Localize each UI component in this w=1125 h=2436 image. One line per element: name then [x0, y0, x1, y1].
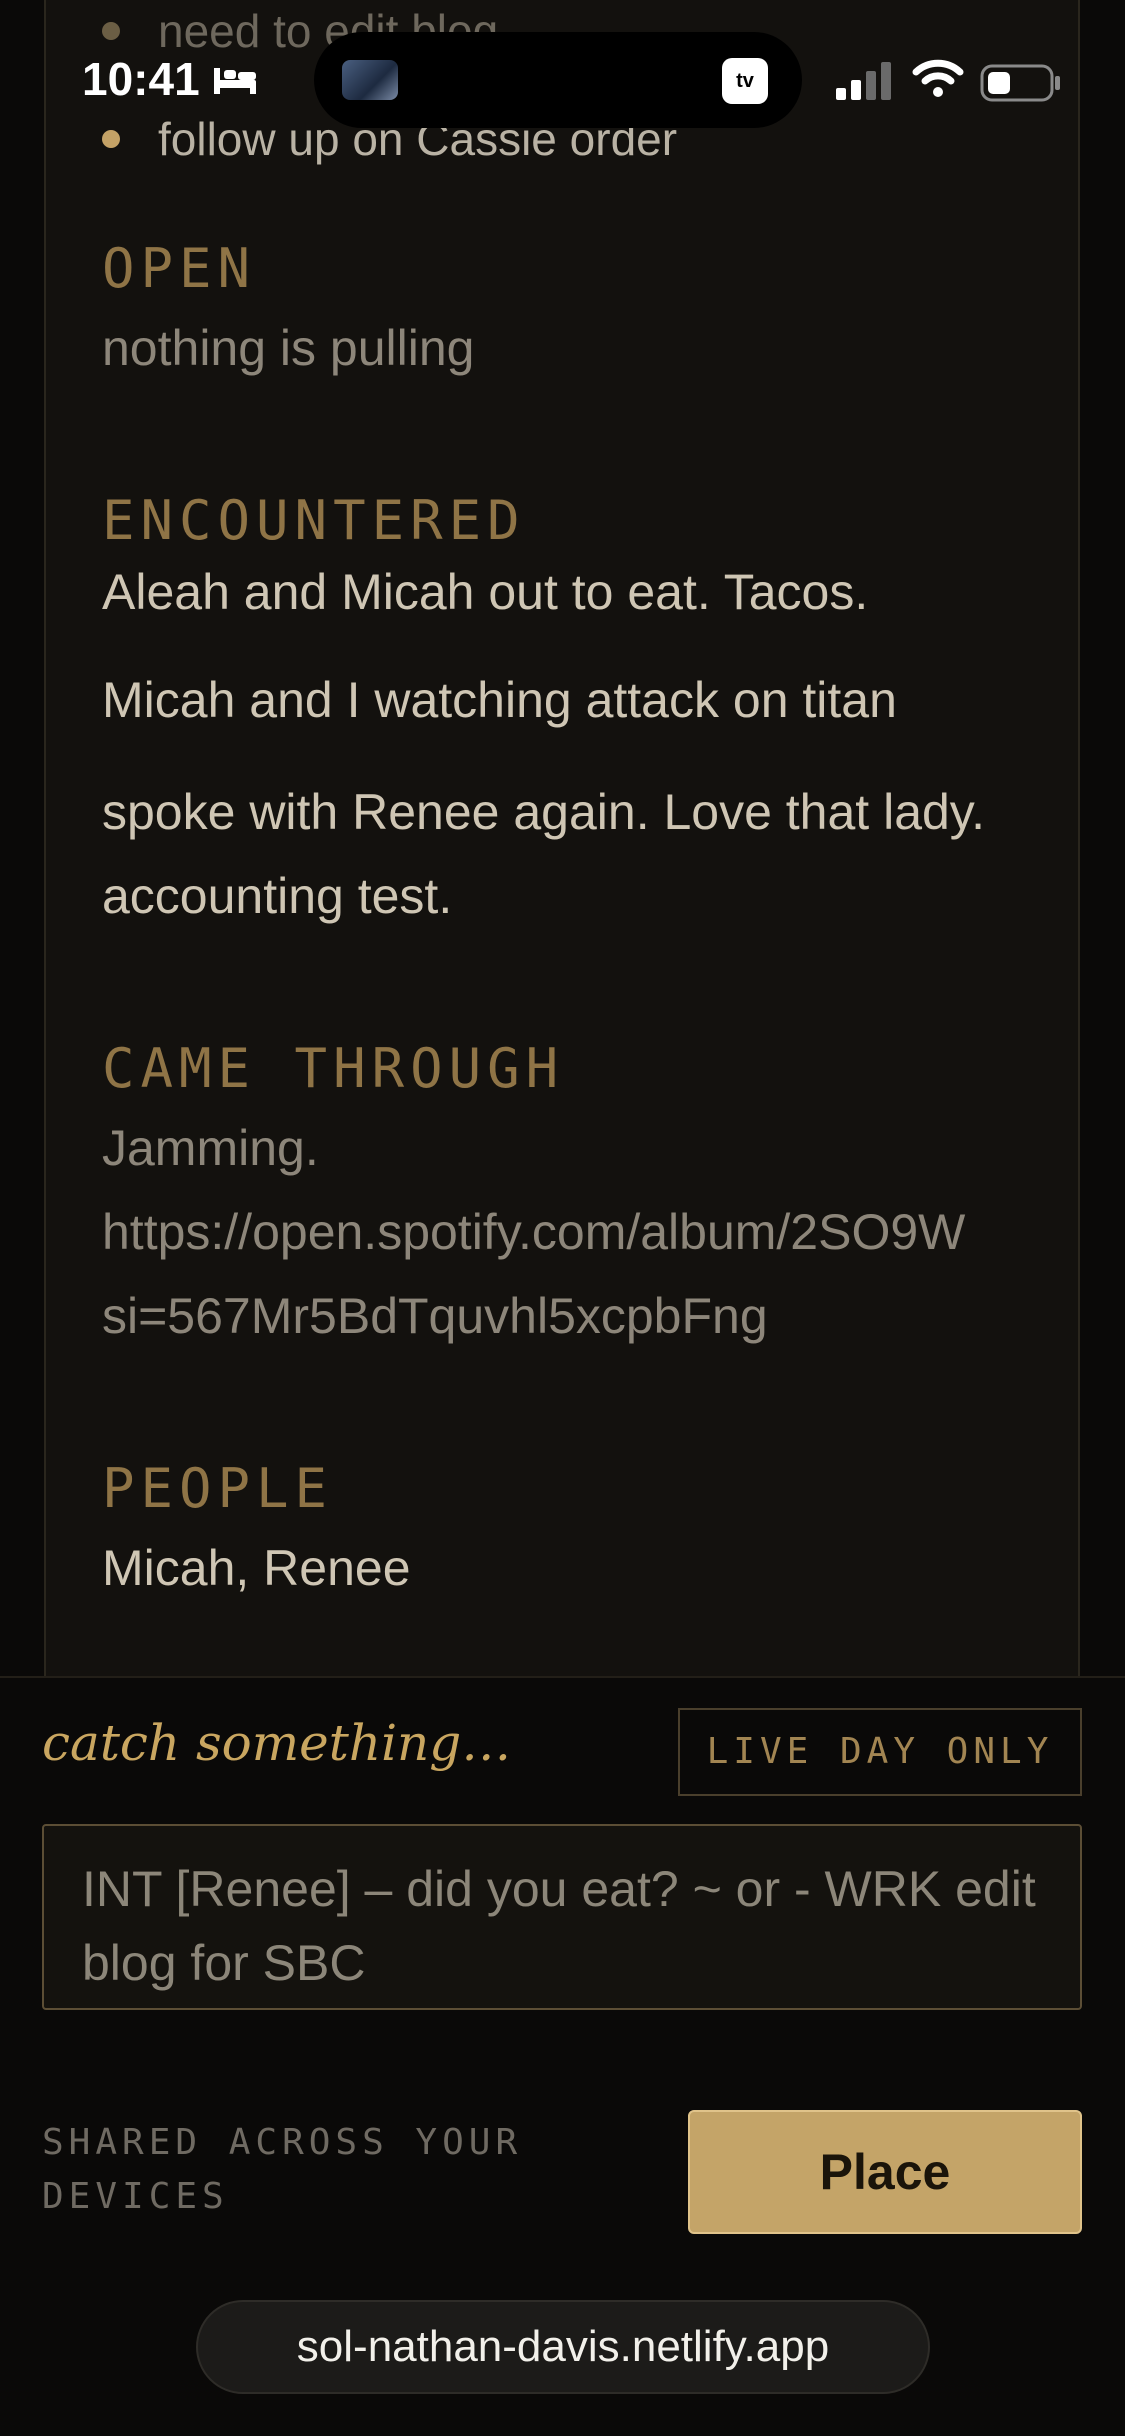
- tv-app-icon: tv: [722, 58, 768, 104]
- browser-url-bar[interactable]: sol-nathan-davis.netlify.app: [196, 2300, 930, 2394]
- place-button[interactable]: Place: [688, 2110, 1082, 2234]
- entry-text: accounting test.: [102, 868, 453, 924]
- entry-text: spoke with Renee again. Love that lady.: [102, 784, 985, 840]
- bed-icon: [214, 68, 256, 94]
- battery-icon: [980, 64, 1060, 102]
- entry-text: si=567Mr5BdTquvhl5xcpbFng: [102, 1288, 768, 1344]
- journal-card: need to edit blog follow up on Cassie or…: [44, 0, 1080, 1676]
- capture-input[interactable]: INT [Renee] – did you eat? ~ or - WRK ed…: [42, 1824, 1082, 2010]
- wifi-icon: [912, 59, 964, 97]
- entry-link[interactable]: https://open.spotify.com/album/2SO9W: [102, 1190, 965, 1274]
- signal-icon: [836, 62, 891, 100]
- album-art-icon: [342, 60, 398, 100]
- bullet-dot-icon: [102, 21, 120, 40]
- section-heading-encountered: ENCOUNTERED: [102, 489, 526, 552]
- dynamic-island[interactable]: tv: [314, 32, 802, 128]
- entry-text: Micah and I watching attack on titan: [102, 672, 897, 728]
- capture-label: catch something…: [42, 1714, 512, 1772]
- live-day-only-button[interactable]: LIVE DAY ONLY: [678, 1708, 1082, 1796]
- entry-text: Micah, Renee: [102, 1540, 411, 1596]
- capture-panel: catch something… LIVE DAY ONLY INT [Rene…: [0, 1676, 1125, 2436]
- entry-text: Aleah and Micah out to eat. Tacos.: [102, 564, 869, 620]
- section-heading-people: PEOPLE: [102, 1457, 334, 1520]
- bullet-dot-icon: [102, 129, 120, 148]
- shared-devices-note: SHARED ACROSS YOUR DEVICES: [42, 2122, 523, 2217]
- section-heading-open: OPEN: [102, 237, 257, 300]
- entry-text: Jamming.: [102, 1120, 319, 1176]
- status-time: 10:41: [82, 53, 200, 105]
- section-heading-came-through: CAME THROUGH: [102, 1037, 565, 1100]
- entry-text: nothing is pulling: [102, 320, 475, 376]
